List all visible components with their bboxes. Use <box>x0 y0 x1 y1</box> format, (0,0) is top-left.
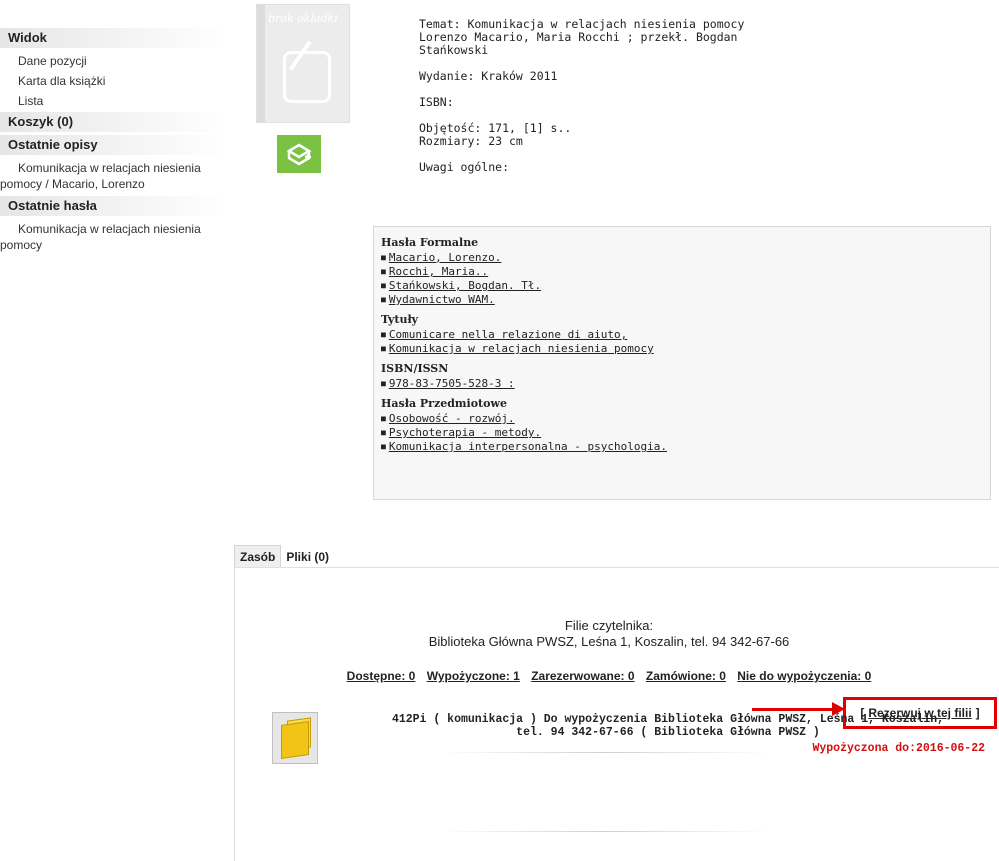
authors-line: Lorenzo Macario, Maria Rocchi ; przekł. … <box>419 30 745 57</box>
size-line: Rozmiary: 23 cm <box>419 134 523 148</box>
subject-link[interactable]: Komunikacja interpersonalna - psychologi… <box>389 440 667 453</box>
copy-line-1: 412Pi ( komunikacja ) Do wypożyczenia Bi… <box>391 713 945 726</box>
copy-due-date: Wypożyczona do:2016-06-22 <box>812 742 985 755</box>
sidebar-recent-term-link[interactable]: Komunikacja w relacjach niesienia pomocy <box>0 219 228 257</box>
formal-headings-group: Hasła Formalne ■ Macario, Lorenzo. ■ Rocch… <box>381 236 990 307</box>
sidebar-recent-descriptions-header: Ostatnie opisy <box>0 135 228 155</box>
sidebar-recent-description-link[interactable]: Komunikacja w relacjach niesienia pomocy… <box>0 158 228 196</box>
title-link[interactable]: Komunikacja w relacjach niesienia pomocy <box>389 342 654 355</box>
ordered-count-link[interactable]: Zamówione: 0 <box>646 669 726 683</box>
bibliographic-info: Temat: Komunikacja w relacjach niesienia… <box>419 18 799 174</box>
book-cover-placeholder: brak okładki <box>256 4 350 123</box>
panel-border <box>234 567 235 861</box>
bullet-icon: ■ <box>381 253 386 262</box>
sidebar-item-item-data[interactable]: Dane pozycji <box>0 51 228 71</box>
notes-line: Uwagi ogólne: <box>419 160 510 174</box>
heading-link[interactable]: Rocchi, Maria.. <box>389 265 488 278</box>
highlight-arrow <box>752 708 838 711</box>
formal-headings-title: Hasła Formalne <box>381 236 479 249</box>
titles-title: Tytuły <box>381 313 419 326</box>
separator <box>440 752 770 753</box>
tab-holdings[interactable]: Zasób <box>234 545 282 568</box>
subject-link[interactable]: Psychoterapia - metody. <box>389 426 541 439</box>
quill-icon <box>283 51 331 103</box>
isbn-link[interactable]: 978-83-7505-528-3 : <box>389 377 515 390</box>
tab-divider <box>234 567 999 568</box>
subject-link[interactable]: Osobowość - rozwój. <box>389 412 515 425</box>
tab-files[interactable]: Pliki (0) <box>281 546 334 568</box>
loaned-count-link[interactable]: Wypożyczone: 1 <box>427 669 520 683</box>
heading-link[interactable]: Macario, Lorenzo. <box>389 251 502 264</box>
not-loanable-count-link[interactable]: Nie do wypożyczenia: 0 <box>737 669 871 683</box>
bullet-icon: ■ <box>381 442 386 451</box>
sidebar-view-header: Widok <box>0 28 228 48</box>
availability-counts: Dostępne: 0 Wypożyczone: 1 Zarezerwowane… <box>234 669 984 683</box>
bullet-icon: ■ <box>381 428 386 437</box>
basket-add-icon <box>286 143 312 166</box>
bullet-icon: ■ <box>381 267 386 276</box>
isbn-group: ISBN/ISSN ■ 978-83-7505-528-3 : <box>381 362 990 391</box>
title-link[interactable]: Comunicare nella relazione di aiuto, <box>389 328 627 341</box>
heading-link[interactable]: Stańkowski, Bogdan. Tł. <box>389 279 541 292</box>
available-count-link[interactable]: Dostępne: 0 <box>347 669 416 683</box>
copy-description: 412Pi ( komunikacja ) Do wypożyczenia Bi… <box>344 713 992 739</box>
subject-headings-title: Hasła Przedmiotowe <box>381 397 507 410</box>
sidebar-item-list[interactable]: Lista <box>0 91 228 111</box>
no-cover-label: brak okładki <box>268 12 338 25</box>
reserved-count-link[interactable]: Zarezerwowane: 0 <box>531 669 634 683</box>
titles-group: Tytuły ■ Comunicare nella relazione di ai… <box>381 313 990 356</box>
edition-line: Wydanie: Kraków 2011 <box>419 69 558 83</box>
sidebar-recent-terms-header: Ostatnie hasła <box>0 196 228 216</box>
bullet-icon: ■ <box>381 330 386 339</box>
sidebar-cart-header[interactable]: Koszyk (0) <box>0 112 228 132</box>
separator <box>440 831 770 832</box>
branch-info: Filie czytelnika: Biblioteka Główna PWSZ… <box>234 618 984 650</box>
sidebar-item-book-card[interactable]: Karta dla książki <box>0 71 228 91</box>
copy-line-2: tel. 94 342-67-66 ( Biblioteka Główna PW… <box>516 726 820 739</box>
sidebar: Widok Dane pozycji Karta dla książki Lis… <box>0 28 228 257</box>
isbn-title: ISBN/ISSN <box>381 362 449 375</box>
isbn-line: ISBN: <box>419 95 454 109</box>
subject-headings-group: Hasła Przedmiotowe ■ Osobowość - rozwój. … <box>381 397 990 454</box>
bullet-icon: ■ <box>381 295 386 304</box>
branch-label: Filie czytelnika: <box>564 618 654 633</box>
bullet-icon: ■ <box>381 344 386 353</box>
bullet-icon: ■ <box>381 379 386 388</box>
holdings-tabs: Zasób Pliki (0) <box>234 545 334 568</box>
heading-link[interactable]: Wydawnictwo WAM. <box>389 293 495 306</box>
branch-name: Biblioteka Główna PWSZ, Leśna 1, Koszali… <box>428 634 790 649</box>
bullet-icon: ■ <box>381 414 386 423</box>
bullet-icon: ■ <box>381 281 386 290</box>
subject-headings-box: Hasła Formalne ■ Macario, Lorenzo. ■ Rocch… <box>373 226 991 500</box>
add-to-cart-button[interactable] <box>277 135 321 173</box>
copy-book-icon <box>272 712 318 764</box>
